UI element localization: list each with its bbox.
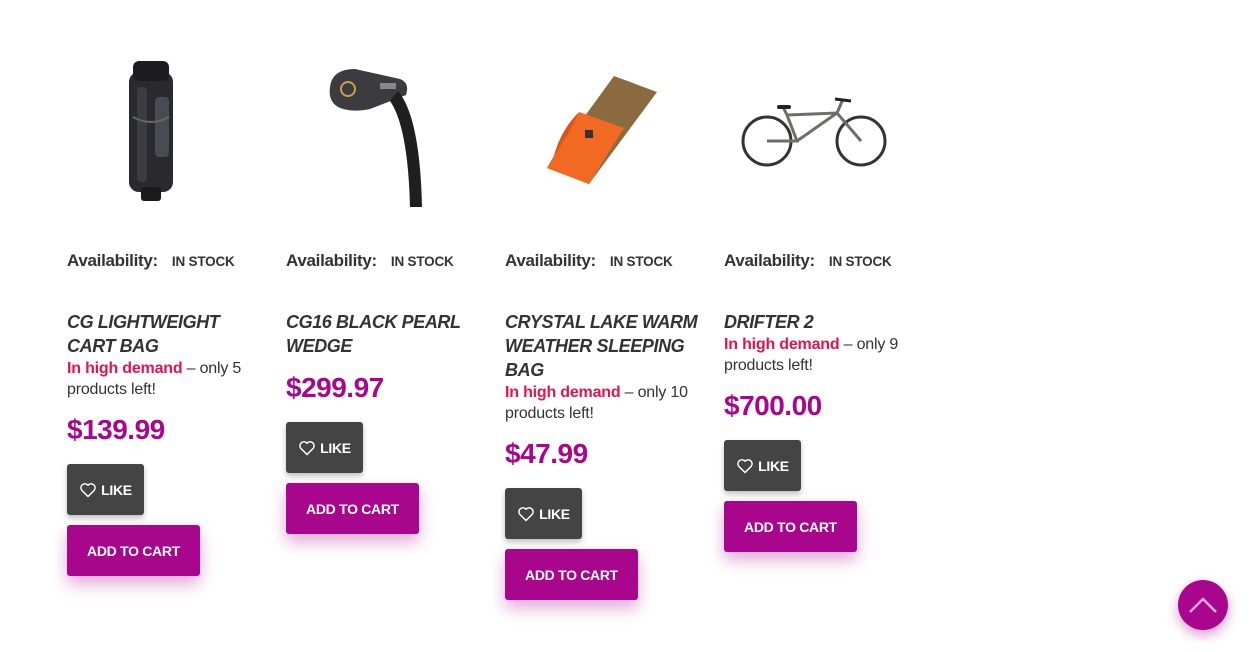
product-price: $47.99 [505, 438, 588, 469]
add-to-cart-button[interactable]: ADD TO CART [505, 549, 638, 600]
product-price: $139.99 [67, 414, 165, 445]
product-title[interactable]: CG LIGHTWEIGHT CART BAG [67, 310, 267, 358]
availability-status: IN STOCK [390, 253, 454, 269]
product-card: Availability: IN STOCK CG LIGHTWEIGHT CA… [67, 56, 286, 600]
like-label: LIKE [101, 481, 132, 498]
product-price: $299.97 [286, 372, 384, 403]
scroll-to-top-button[interactable] [1178, 580, 1228, 630]
product-card: Availability: IN STOCK CG16 BLACK PEARL … [286, 56, 505, 600]
demand-notice: In high demand – only 9 products left! [724, 334, 914, 376]
product-price: $700.00 [724, 390, 822, 421]
like-button[interactable]: LIKE [67, 464, 144, 515]
heart-icon [737, 458, 753, 473]
availability-label: Availability: [286, 251, 377, 270]
add-to-cart-button[interactable]: ADD TO CART [67, 525, 200, 576]
product-image-golf-wedge[interactable] [286, 56, 454, 208]
product-grid: Availability: IN STOCK CG LIGHTWEIGHT CA… [67, 56, 943, 600]
availability-status: IN STOCK [609, 253, 673, 269]
product-title[interactable]: DRIFTER 2 [724, 310, 924, 334]
product-image-golf-cart-bag[interactable] [67, 56, 235, 208]
demand-notice: In high demand – only 10 products left! [505, 382, 695, 424]
like-button[interactable]: LIKE [505, 488, 582, 539]
like-button[interactable]: LIKE [724, 440, 801, 491]
availability-row: Availability: IN STOCK [67, 246, 286, 276]
heart-icon [80, 482, 96, 497]
availability-row: Availability: IN STOCK [286, 246, 505, 276]
demand-highlight: In high demand [67, 360, 183, 377]
like-label: LIKE [320, 439, 351, 456]
product-image-bicycle[interactable] [724, 56, 904, 208]
add-to-cart-button[interactable]: ADD TO CART [724, 501, 857, 552]
availability-label: Availability: [505, 251, 596, 270]
product-title[interactable]: CRYSTAL LAKE WARM WEATHER SLEEPING BAG [505, 310, 705, 382]
heart-icon [299, 440, 315, 455]
add-to-cart-button[interactable]: ADD TO CART [286, 483, 419, 534]
demand-notice: In high demand – only 5 products left! [67, 358, 257, 400]
availability-status: IN STOCK [171, 253, 235, 269]
like-label: LIKE [539, 505, 570, 522]
availability-row: Availability: IN STOCK [724, 246, 943, 276]
like-button[interactable]: LIKE [286, 422, 363, 473]
availability-status: IN STOCK [828, 253, 892, 269]
availability-row: Availability: IN STOCK [505, 246, 724, 276]
product-image-sleeping-bag[interactable] [505, 56, 673, 208]
demand-highlight: In high demand [505, 384, 621, 401]
availability-label: Availability: [724, 251, 815, 270]
availability-label: Availability: [67, 251, 158, 270]
like-label: LIKE [758, 457, 789, 474]
product-title[interactable]: CG16 BLACK PEARL WEDGE [286, 310, 486, 358]
heart-icon [518, 506, 534, 521]
demand-highlight: In high demand [724, 336, 840, 353]
product-card: Availability: IN STOCK CRYSTAL LAKE WARM… [505, 56, 724, 600]
product-card: Availability: IN STOCK DRIFTER 2 In high… [724, 56, 943, 600]
chevron-up-icon [1189, 597, 1217, 613]
